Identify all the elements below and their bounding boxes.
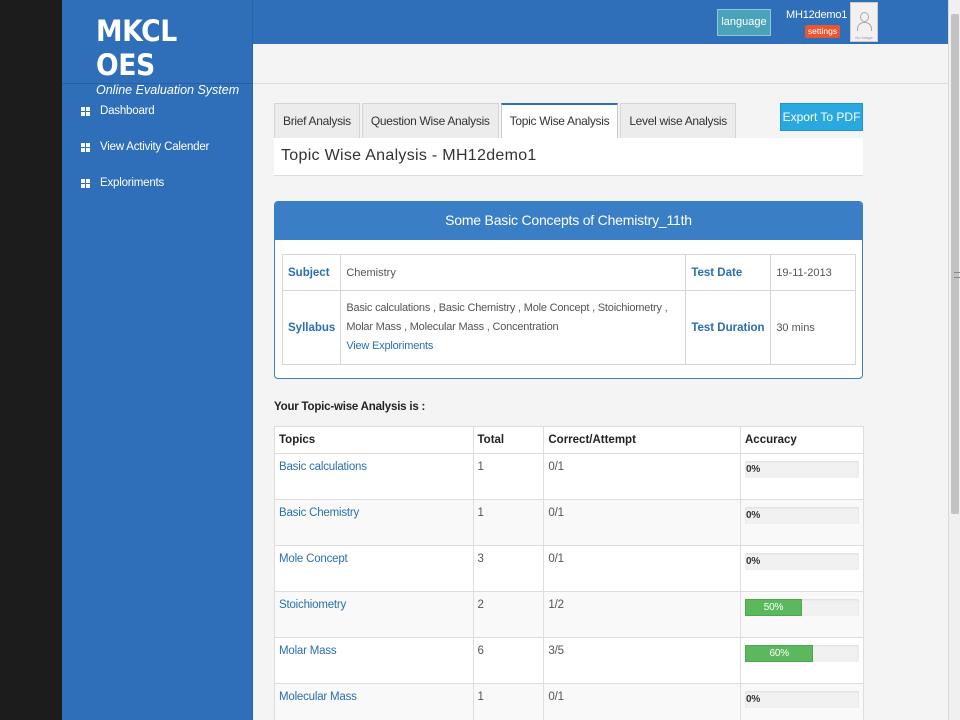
column-header-total: Total (472, 426, 545, 454)
avatar[interactable]: No Image (850, 2, 878, 42)
avatar-placeholder-text: No Image (855, 35, 873, 40)
user-icon (860, 12, 869, 22)
accuracy-progress-bar: 0% (745, 691, 859, 708)
accuracy-label: 60% (769, 648, 789, 659)
tab-level-wise-analysis[interactable]: Level wise Analysis (620, 103, 736, 138)
accuracy-label: 0% (746, 694, 761, 705)
main-content: Brief Analysis Question Wise Analysis To… (253, 85, 948, 720)
syllabus-value: Basic calculations , Basic Chemistry , M… (340, 290, 687, 365)
total-cell: 1 (472, 499, 545, 546)
tab-brief-analysis[interactable]: Brief Analysis (274, 103, 360, 138)
language-button[interactable]: language (717, 9, 771, 36)
scrollbar-thumb[interactable] (951, 14, 960, 514)
table-row: Mole Concept 3 0/1 0% (274, 545, 864, 592)
correct-attempt-cell: 3/5 (543, 637, 741, 684)
page-title-bar: Topic Wise Analysis - MH12demo1 (274, 138, 863, 176)
accuracy-cell: 0% (740, 499, 864, 546)
accuracy-progress-bar: 0% (745, 553, 859, 570)
sidebar-item-label: View Activity Calender (100, 141, 210, 153)
topic-analysis-table: Topics Total Correct/Attempt Accuracy Ba… (274, 426, 864, 720)
accuracy-label: 50% (763, 602, 784, 613)
column-header-topics: Topics (274, 426, 474, 454)
sub-header (253, 44, 948, 84)
topic-link[interactable]: Basic Chemistry (274, 499, 474, 546)
column-header-correct-attempt: Correct/Attempt (543, 426, 741, 454)
subject-label: Subject (281, 254, 342, 291)
sidebar-item-exploriments[interactable]: Exploriments (62, 165, 252, 201)
view-exploriments-link[interactable]: View Exploriments (346, 337, 680, 356)
test-date-value: 19-11-2013 (770, 254, 856, 291)
tab-topic-wise-analysis[interactable]: Topic Wise Analysis (500, 103, 619, 138)
brand-tagline: Online Evaluation System (96, 83, 240, 97)
syllabus-text: Basic calculations , Basic Chemistry , M… (346, 302, 668, 333)
analysis-tabs: Brief Analysis Question Wise Analysis To… (274, 103, 738, 138)
export-pdf-button[interactable]: Export To PDF (780, 103, 863, 131)
topic-rows: Basic calculations 1 0/1 0% Basic Chemistry 1… (274, 453, 864, 720)
column-header-accuracy: Accuracy (740, 426, 864, 454)
correct-attempt-cell: 0/1 (543, 453, 741, 500)
topic-link[interactable]: Basic calculations (274, 453, 474, 500)
grid-icon (81, 106, 90, 116)
top-header: language MH12demo1 settings No Image (253, 0, 948, 44)
sidebar-item-activity-calendar[interactable]: View Activity Calender (62, 129, 252, 165)
username: MH12demo1 (786, 9, 848, 21)
table-row: Stoichiometry 2 1/2 50% (274, 591, 864, 638)
grip-icon (954, 272, 960, 278)
table-row: Basic Chemistry 1 0/1 0% (274, 499, 864, 546)
accuracy-label: 0% (746, 510, 761, 521)
sidebar-nav: Dashboard View Activity Calender Explori… (62, 84, 252, 201)
grid-icon (81, 178, 90, 188)
brand-logo[interactable]: MKCL OES (96, 14, 240, 82)
correct-attempt-cell: 0/1 (543, 545, 741, 592)
test-date-label: Test Date (685, 254, 772, 291)
total-cell: 1 (472, 683, 545, 720)
page-title: Topic Wise Analysis - MH12demo1 (281, 147, 537, 164)
test-name: Some Basic Concepts of Chemistry_11th (275, 202, 862, 240)
subject-value: Chemistry (340, 254, 687, 291)
total-cell: 3 (472, 545, 545, 592)
sidebar-item-label: Exploriments (100, 177, 165, 189)
accuracy-progress-bar: 0% (745, 507, 859, 524)
analysis-heading: Your Topic-wise Analysis is : (274, 401, 426, 413)
accuracy-progress-bar: 50% (745, 599, 859, 616)
correct-attempt-cell: 0/1 (543, 499, 741, 546)
accuracy-progress-bar: 0% (745, 461, 859, 478)
accuracy-label: 0% (746, 464, 761, 475)
accuracy-cell: 0% (740, 545, 864, 592)
settings-button[interactable]: settings (805, 25, 840, 38)
sidebar-item-label: Dashboard (100, 105, 155, 117)
brand: MKCL OES Online Evaluation System (62, 0, 252, 97)
accuracy-cell: 0% (740, 453, 864, 500)
grid-icon (81, 142, 90, 152)
correct-attempt-cell: 0/1 (543, 683, 741, 720)
accuracy-progress-bar: 60% (745, 645, 859, 662)
accuracy-cell: 0% (740, 683, 864, 720)
total-cell: 6 (472, 637, 545, 684)
sidebar-item-dashboard[interactable]: Dashboard (62, 93, 252, 129)
table-row: Molar Mass 6 3/5 60% (274, 637, 864, 684)
vertical-scrollbar[interactable] (948, 0, 960, 720)
correct-attempt-cell: 1/2 (543, 591, 741, 638)
topic-link[interactable]: Stoichiometry (274, 591, 474, 638)
accuracy-cell: 50% (740, 591, 864, 638)
topic-link[interactable]: Molecular Mass (274, 683, 474, 720)
test-duration-value: 30 mins (770, 290, 856, 365)
table-row: Molecular Mass 1 0/1 0% (274, 683, 864, 720)
syllabus-label: Syllabus (281, 290, 342, 365)
topic-link[interactable]: Molar Mass (274, 637, 474, 684)
tab-question-wise-analysis[interactable]: Question Wise Analysis (361, 103, 499, 138)
topic-link[interactable]: Mole Concept (274, 545, 474, 592)
test-duration-label: Test Duration (685, 290, 772, 365)
sidebar: MKCL OES Online Evaluation System Dashbo… (62, 0, 253, 720)
app-window: MKCL OES Online Evaluation System Dashbo… (62, 0, 948, 720)
table-row: Basic calculations 1 0/1 0% (274, 453, 864, 500)
total-cell: 1 (472, 453, 545, 500)
test-info-table: Subject Chemistry Test Date 19-11-2013 S… (281, 254, 856, 365)
accuracy-cell: 60% (740, 637, 864, 684)
total-cell: 2 (472, 591, 545, 638)
accuracy-label: 0% (746, 556, 761, 567)
test-details-panel: Some Basic Concepts of Chemistry_11th Su… (274, 201, 863, 379)
